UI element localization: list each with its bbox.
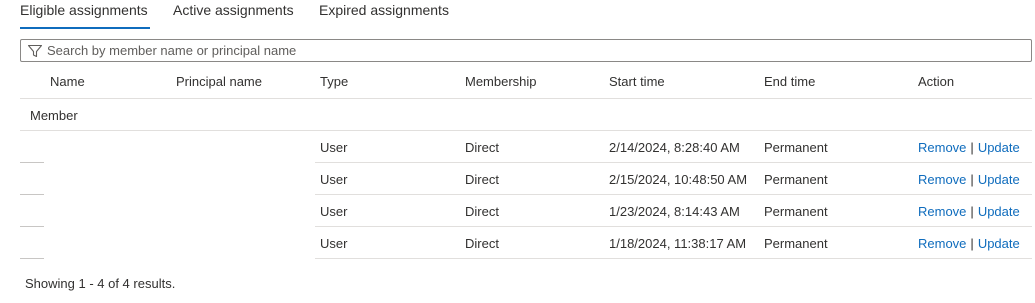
action-separator: |: [970, 236, 974, 251]
cell-start-time: 1/23/2024, 8:14:43 AM: [609, 204, 740, 219]
row-stub-divider: [20, 258, 44, 259]
tab-expired-assignments[interactable]: Expired assignments: [319, 2, 449, 18]
cell-type: User: [320, 236, 348, 251]
column-header-membership[interactable]: Membership: [465, 74, 537, 89]
update-link[interactable]: Update: [978, 172, 1020, 187]
active-tab-indicator: [20, 27, 150, 29]
cell-membership: Direct: [465, 204, 499, 219]
cell-action: Remove | Update: [918, 140, 1020, 155]
cell-action: Remove | Update: [918, 204, 1020, 219]
tab-eligible-assignments[interactable]: Eligible assignments: [20, 2, 148, 18]
cell-end-time: Permanent: [764, 236, 828, 251]
row-stub-divider: [20, 194, 44, 195]
results-count: Showing 1 - 4 of 4 results.: [25, 276, 176, 291]
header-divider: [20, 98, 1032, 99]
row-stub-divider: [20, 226, 44, 227]
remove-link[interactable]: Remove: [918, 236, 966, 251]
group-header-member[interactable]: Member: [30, 108, 78, 123]
update-link[interactable]: Update: [978, 140, 1020, 155]
search-box[interactable]: [20, 39, 1032, 62]
action-separator: |: [970, 172, 974, 187]
column-header-principal-name[interactable]: Principal name: [176, 74, 262, 89]
row-divider: [315, 194, 1032, 195]
column-header-type[interactable]: Type: [320, 74, 348, 89]
action-separator: |: [970, 140, 974, 155]
cell-end-time: Permanent: [764, 204, 828, 219]
cell-membership: Direct: [465, 236, 499, 251]
assignment-tabs: Eligible assignments Active assignments …: [0, 0, 1035, 30]
cell-type: User: [320, 172, 348, 187]
column-header-end-time[interactable]: End time: [764, 74, 815, 89]
cell-start-time: 2/14/2024, 8:28:40 AM: [609, 140, 740, 155]
remove-link[interactable]: Remove: [918, 204, 966, 219]
search-input[interactable]: [47, 40, 1031, 61]
cell-action: Remove | Update: [918, 236, 1020, 251]
row-divider: [315, 258, 1032, 259]
update-link[interactable]: Update: [978, 236, 1020, 251]
cell-action: Remove | Update: [918, 172, 1020, 187]
cell-membership: Direct: [465, 140, 499, 155]
cell-start-time: 2/15/2024, 10:48:50 AM: [609, 172, 748, 187]
remove-link[interactable]: Remove: [918, 172, 966, 187]
column-header-action: Action: [918, 74, 955, 89]
row-stub-divider: [20, 162, 44, 163]
cell-start-time: 1/18/2024, 11:38:17 AM: [609, 236, 747, 251]
column-header-name[interactable]: Name: [50, 74, 85, 89]
column-header-start-time[interactable]: Start time: [609, 74, 665, 89]
cell-end-time: Permanent: [764, 172, 828, 187]
row-divider: [315, 226, 1032, 227]
cell-end-time: Permanent: [764, 140, 828, 155]
tab-active-assignments[interactable]: Active assignments: [173, 2, 294, 18]
filter-funnel-icon: [27, 44, 43, 57]
action-separator: |: [970, 204, 974, 219]
cell-membership: Direct: [465, 172, 499, 187]
row-divider: [315, 162, 1032, 163]
group-divider: [20, 130, 1032, 131]
cell-type: User: [320, 204, 348, 219]
update-link[interactable]: Update: [978, 204, 1020, 219]
cell-type: User: [320, 140, 348, 155]
remove-link[interactable]: Remove: [918, 140, 966, 155]
